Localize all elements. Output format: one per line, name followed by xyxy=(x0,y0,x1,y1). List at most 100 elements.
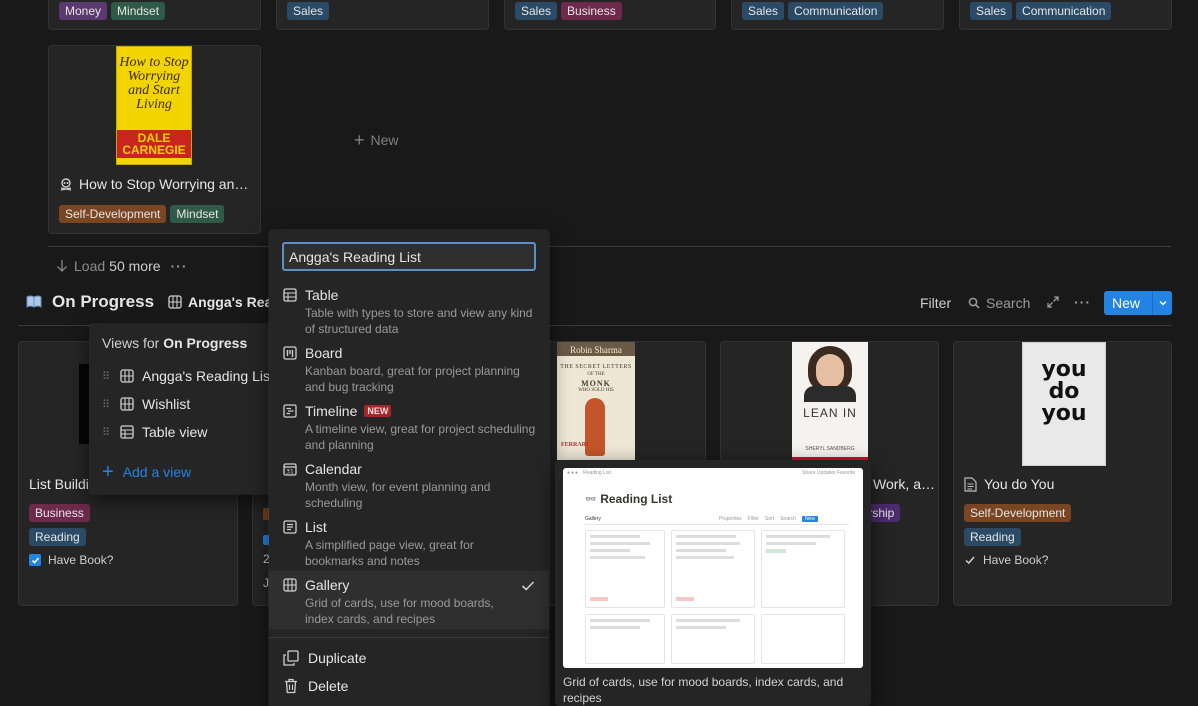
load-label: Load xyxy=(74,258,106,274)
drag-handle-icon[interactable]: ⠿ xyxy=(102,398,120,411)
filter-button[interactable]: Filter xyxy=(920,295,951,311)
view-item-wishlist[interactable]: ⠿ Wishlist xyxy=(90,390,280,418)
card-you-do-you[interactable]: you do you You do You Self-Development R… xyxy=(953,341,1172,606)
tag-sales: Sales xyxy=(742,2,785,20)
preview-new: New xyxy=(801,516,818,522)
search-button[interactable]: Search xyxy=(968,295,1030,311)
view-name-input[interactable] xyxy=(282,242,536,271)
view-item-table-view[interactable]: ⠿ Table view xyxy=(90,418,280,446)
cover-title: LEAN IN xyxy=(803,406,857,420)
layout-option-gallery[interactable]: Gallery Grid of cards, use for mood boar… xyxy=(269,571,549,629)
views-menu-header-prefix: Views for xyxy=(102,335,160,351)
preview-rule xyxy=(585,524,849,525)
option-title: List xyxy=(305,519,327,535)
more-options-icon[interactable]: ··· xyxy=(1074,294,1091,310)
glasses-icon: 👓 xyxy=(585,493,597,504)
layout-option-board[interactable]: Board Kanban board, great for project pl… xyxy=(269,344,549,402)
svg-text:31: 31 xyxy=(286,469,294,476)
drag-handle-icon[interactable]: ⠿ xyxy=(102,426,120,439)
delete-button[interactable]: Delete xyxy=(283,678,348,694)
expand-icon[interactable] xyxy=(1047,296,1059,308)
have-book-label: Have Book? xyxy=(48,553,114,567)
card-title: List Buildi xyxy=(29,476,89,492)
table-icon xyxy=(283,288,297,302)
more-dots-icon[interactable]: ··· xyxy=(171,258,188,274)
tag-communication: Communication xyxy=(1016,2,1112,20)
book-cover-lean-in: LEAN IN SHERYL SANDBERG xyxy=(792,342,868,460)
layout-option-list[interactable]: List A simplified page view, great for b… xyxy=(269,518,549,576)
cover-who: WHO SOLD HIS xyxy=(578,388,614,393)
card-title-row: You do You xyxy=(964,476,1054,492)
new-card-button[interactable]: + New xyxy=(354,131,399,149)
duplicate-button[interactable]: Duplicate xyxy=(283,650,366,666)
tag-row: Sales Communication xyxy=(970,2,1115,20)
top-card-3[interactable]: Sales Business xyxy=(504,0,716,30)
preview-toolbar: Properties Filter Sort Search New xyxy=(719,516,818,522)
load-more-button[interactable]: Load 50 more ··· xyxy=(56,258,188,274)
option-title: Timeline xyxy=(305,403,358,419)
option-title-row: Timeline NEW xyxy=(305,403,392,419)
drag-handle-icon[interactable]: ⠿ xyxy=(102,370,120,383)
tag-money: Money xyxy=(59,2,108,20)
new-button[interactable]: New xyxy=(1104,295,1152,311)
tag-row: Money Mindset xyxy=(59,2,169,20)
timeline-icon xyxy=(283,404,297,418)
cover-title-3: and Start xyxy=(128,83,180,98)
option-desc: A timeline view, great for project sched… xyxy=(305,422,536,452)
tag-self-development: Self-Development xyxy=(59,205,167,223)
preview-page-title: Reading List xyxy=(600,492,673,506)
view-layout-menu: Table Table with types to store and view… xyxy=(269,230,549,706)
tag-communication: Communication xyxy=(788,2,884,20)
add-view-button[interactable]: + Add a view xyxy=(102,462,191,482)
new-button-group: New xyxy=(1104,291,1172,315)
cover-author: Robin Sharma xyxy=(557,342,635,356)
preview-card xyxy=(761,614,845,664)
option-title: Calendar xyxy=(305,461,362,477)
checkbox-checked-icon[interactable] xyxy=(29,554,41,566)
tag-sales: Sales xyxy=(515,2,558,20)
gallery-icon xyxy=(120,369,134,383)
gallery-icon xyxy=(168,295,182,309)
tag-mindset: Mindset xyxy=(170,205,225,223)
tag-row: Self-Development Mindset xyxy=(59,205,228,223)
tag-row: Self-Development xyxy=(964,504,1075,522)
layout-option-timeline[interactable]: Timeline NEW A timeline view, great for … xyxy=(269,402,549,460)
window-dots-icon: ●●● xyxy=(567,470,580,476)
book-cover-monk: Robin Sharma THE SECRET LETTERS OF THE M… xyxy=(557,342,635,460)
preview-image: ●●● Reading List Share Updates Favorite … xyxy=(563,468,863,668)
top-card-4[interactable]: Sales Communication xyxy=(731,0,944,30)
cover-ferrari: FERRARI xyxy=(561,442,589,448)
cover-author: SHERYL SANDBERG xyxy=(805,446,855,452)
checkmark-icon[interactable] xyxy=(964,554,976,566)
view-tab[interactable]: Angga's Rea xyxy=(168,294,272,310)
arrow-down-icon xyxy=(56,259,68,273)
tag-reading: Reading xyxy=(964,528,1021,546)
layout-option-calendar[interactable]: 31 Calendar Month view, for event planni… xyxy=(269,460,549,518)
cover-title-3: you xyxy=(1041,401,1087,426)
skull-crossbones-icon xyxy=(59,177,73,191)
book-card-how-to-stop-worrying[interactable]: How to Stop Worrying and Start Living DA… xyxy=(48,45,261,234)
top-card-5[interactable]: Sales Communication xyxy=(959,0,1172,30)
option-desc: Kanban board, great for project planning… xyxy=(305,364,520,394)
tag-reading: Reading xyxy=(29,528,86,546)
cover-title-top: THE SECRET LETTERS xyxy=(560,364,632,370)
top-card-1[interactable]: Money Mindset xyxy=(48,0,261,30)
trash-icon xyxy=(283,678,299,694)
preview-card xyxy=(585,530,665,608)
preview-properties: Properties xyxy=(719,516,742,522)
chevron-down-icon[interactable] xyxy=(1152,291,1172,315)
duplicate-icon xyxy=(283,650,299,666)
preview-caption: Grid of cards, use for mood boards, inde… xyxy=(563,675,844,705)
calendar-icon: 31 xyxy=(283,462,297,476)
top-card-2[interactable]: Sales xyxy=(276,0,489,30)
views-menu-header: Views for On Progress xyxy=(102,335,247,351)
option-title: Gallery xyxy=(305,577,350,593)
view-item-anggas-reading-list[interactable]: ⠿ Angga's Reading List xyxy=(90,362,280,390)
list-icon xyxy=(283,520,297,534)
preview-updates: Updates xyxy=(816,470,836,476)
load-count: 50 more xyxy=(109,258,161,274)
layout-option-table[interactable]: Table Table with types to store and view… xyxy=(269,286,549,344)
gallery-icon xyxy=(283,578,297,592)
option-desc: Month view, for event planning and sched… xyxy=(305,480,491,510)
preview-favorite: Favorite xyxy=(836,470,855,476)
